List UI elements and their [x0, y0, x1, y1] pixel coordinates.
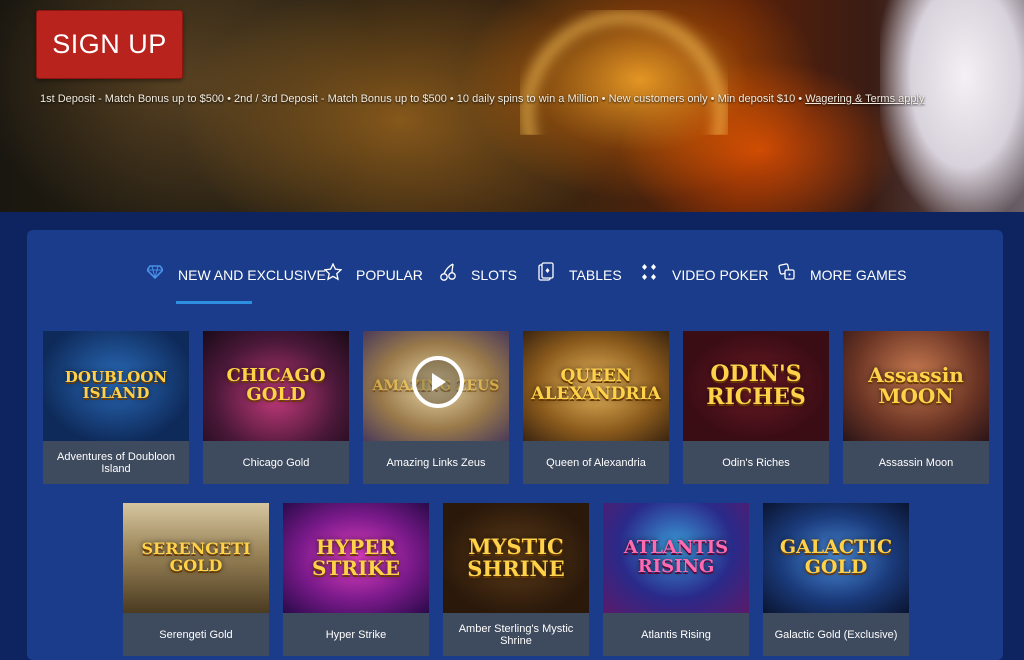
game-card-chicago-gold[interactable]: CHICAGO GOLD Chicago Gold: [203, 331, 349, 484]
wagering-terms-link[interactable]: Wagering & Terms apply: [805, 93, 924, 105]
game-card-assassin-moon[interactable]: Assassin MOON Assassin Moon: [843, 331, 989, 484]
game-card-amazing-links-zeus[interactable]: AMAZING ZEUS Amazing Links Zeus: [363, 331, 509, 484]
game-thumbnail: ATLANTIS RISING: [603, 503, 749, 613]
game-thumbnail: SERENGETI GOLD: [123, 503, 269, 613]
game-title: Chicago Gold: [242, 456, 310, 469]
tab-label: SLOTS: [471, 267, 517, 283]
tab-slots[interactable]: SLOTS: [439, 262, 517, 302]
promo-terms-text: 1st Deposit - Match Bonus up to $500 • 2…: [40, 93, 803, 105]
game-title: Serengeti Gold: [159, 628, 233, 641]
promo-terms: 1st Deposit - Match Bonus up to $500 • 2…: [40, 93, 940, 105]
poker-chips-icon: [640, 262, 658, 282]
game-card-serengeti-gold[interactable]: SERENGETI GOLD Serengeti Gold: [123, 503, 269, 656]
game-thumbnail: QUEEN ALEXANDRIA: [523, 331, 669, 441]
tab-tables[interactable]: TABLES: [537, 262, 622, 302]
game-title: Atlantis Rising: [641, 628, 711, 641]
sign-up-button[interactable]: SIGN UP: [36, 10, 183, 79]
tab-new-and-exclusive[interactable]: NEW AND EXCLUSIVE: [146, 262, 326, 302]
game-thumbnail: DOUBLOON ISLAND: [43, 331, 189, 441]
star-icon: [324, 262, 342, 282]
category-tabs: NEW AND EXCLUSIVE POPULAR SLOTS TABLES V…: [0, 262, 1024, 302]
game-thumbnail: AMAZING ZEUS: [363, 331, 509, 441]
game-card-galactic-gold[interactable]: GALACTIC GOLD Galactic Gold (Exclusive): [763, 503, 909, 656]
game-thumbnail: ODIN'S RICHES: [683, 331, 829, 441]
game-title: Queen of Alexandria: [546, 456, 646, 469]
game-title: Galactic Gold (Exclusive): [774, 628, 898, 641]
cards-icon: [537, 262, 555, 282]
game-thumbnail: HYPER STRIKE: [283, 503, 429, 613]
tab-label: POPULAR: [356, 267, 423, 283]
game-card-doubloon-island[interactable]: DOUBLOON ISLAND Adventures of Doubloon I…: [43, 331, 189, 484]
game-card-mystic-shrine[interactable]: MYSTIC SHRINE Amber Sterling's Mystic Sh…: [443, 503, 589, 656]
hero-figure-image: [880, 0, 1024, 212]
tab-label: TABLES: [569, 267, 622, 283]
game-title: Hyper Strike: [325, 628, 387, 641]
tab-label: NEW AND EXCLUSIVE: [178, 267, 326, 283]
dice-icon: [778, 262, 796, 282]
game-title: Amazing Links Zeus: [386, 456, 486, 469]
tab-more-games[interactable]: MORE GAMES: [778, 262, 906, 302]
game-title: Assassin Moon: [878, 456, 954, 469]
active-tab-indicator: [176, 301, 252, 304]
diamond-icon: [146, 262, 164, 282]
game-title: Amber Sterling's Mystic Shrine: [458, 622, 574, 647]
game-card-odins-riches[interactable]: ODIN'S RICHES Odin's Riches: [683, 331, 829, 484]
game-card-hyper-strike[interactable]: HYPER STRIKE Hyper Strike: [283, 503, 429, 656]
tab-video-poker[interactable]: VIDEO POKER: [640, 262, 768, 302]
game-thumbnail: MYSTIC SHRINE: [443, 503, 589, 613]
cherry-icon: [439, 262, 457, 282]
game-thumbnail: CHICAGO GOLD: [203, 331, 349, 441]
tab-label: MORE GAMES: [810, 267, 907, 283]
game-title: Adventures of Doubloon Island: [56, 450, 176, 475]
game-card-atlantis-rising[interactable]: ATLANTIS RISING Atlantis Rising: [603, 503, 749, 656]
game-card-queen-of-alexandria[interactable]: QUEEN ALEXANDRIA Queen of Alexandria: [523, 331, 669, 484]
tab-label: VIDEO POKER: [672, 267, 769, 283]
play-video-icon[interactable]: [412, 356, 464, 408]
game-thumbnail: GALACTIC GOLD: [763, 503, 909, 613]
game-title: Odin's Riches: [722, 456, 790, 469]
tab-popular[interactable]: POPULAR: [324, 262, 423, 302]
hero-glow-decoration: [520, 10, 728, 135]
game-thumbnail: Assassin MOON: [843, 331, 989, 441]
